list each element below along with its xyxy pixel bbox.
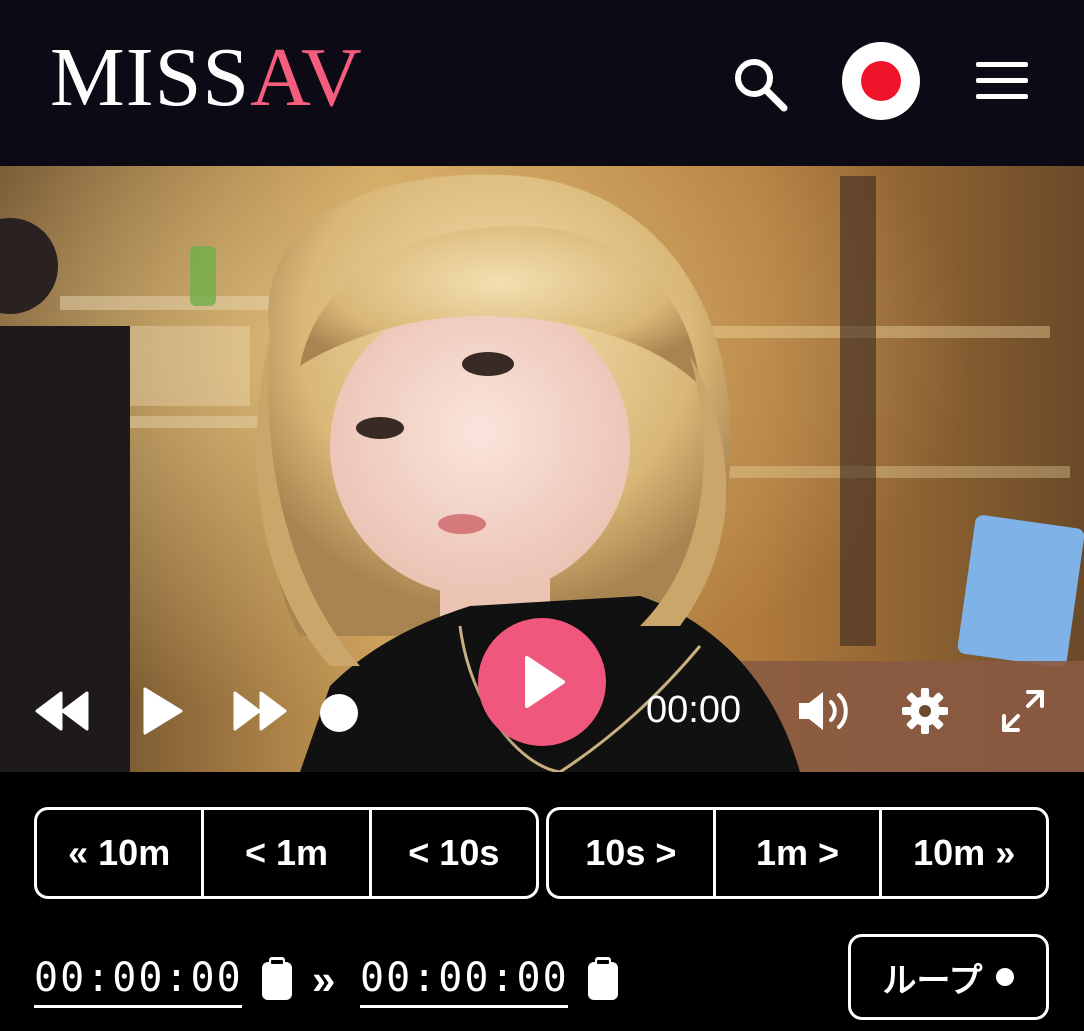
loop-label: ループ xyxy=(882,961,983,1000)
loop-toggle-button[interactable]: ループ xyxy=(848,934,1049,1020)
rewind-icon xyxy=(35,691,89,731)
rewind-button[interactable] xyxy=(32,686,92,736)
set-loop-end-button[interactable] xyxy=(586,956,620,1002)
live-record-button[interactable] xyxy=(842,42,920,120)
seek-forward-10s-button[interactable]: 10s > xyxy=(549,810,716,896)
logo-text-miss: MISS xyxy=(50,31,251,124)
site-logo[interactable]: MISSAV xyxy=(50,28,363,128)
fast-forward-icon xyxy=(233,691,287,731)
loop-status-dot xyxy=(996,968,1015,986)
settings-icon xyxy=(902,688,948,734)
menu-button[interactable] xyxy=(974,56,1030,106)
big-play-button[interactable] xyxy=(478,618,606,746)
play-icon xyxy=(143,687,183,735)
fullscreen-button[interactable] xyxy=(996,684,1050,738)
play-icon xyxy=(525,656,565,708)
clipboard-icon xyxy=(588,957,618,1000)
seek-forward-group: 10s > 1m > 10m » xyxy=(546,807,1049,899)
fullscreen-icon xyxy=(1002,690,1044,732)
volume-button[interactable] xyxy=(794,686,854,736)
live-record-icon xyxy=(861,61,901,101)
play-button[interactable] xyxy=(134,684,190,738)
seek-back-10s-button[interactable]: < 10s xyxy=(372,810,536,896)
volume-icon xyxy=(799,692,848,730)
hamburger-menu-icon xyxy=(976,62,1028,99)
logo-text-av: AV xyxy=(250,31,363,124)
loop-start-input[interactable]: 00:00:00 xyxy=(34,952,242,1008)
search-icon xyxy=(735,59,788,112)
site-header: MISSAV xyxy=(0,0,1084,166)
fast-forward-button[interactable] xyxy=(230,686,290,736)
settings-button[interactable] xyxy=(898,684,952,738)
seek-forward-10m-button[interactable]: 10m » xyxy=(882,810,1046,896)
video-player[interactable]: 00:00 xyxy=(0,166,1084,772)
seek-back-1m-button[interactable]: < 1m xyxy=(204,810,372,896)
progress-dot xyxy=(320,694,358,732)
loop-end-input[interactable]: 00:00:00 xyxy=(360,952,568,1008)
progress-scrubber[interactable] xyxy=(318,692,360,734)
seek-back-group: « 10m < 1m < 10s xyxy=(34,807,539,899)
loop-range-separator: » xyxy=(312,956,336,1003)
set-loop-start-button[interactable] xyxy=(260,956,294,1002)
clipboard-icon xyxy=(262,957,292,1000)
current-time: 00:00 xyxy=(646,689,742,731)
seek-back-10m-button[interactable]: « 10m xyxy=(37,810,205,896)
seek-forward-1m-button[interactable]: 1m > xyxy=(716,810,883,896)
search-button[interactable] xyxy=(728,52,792,116)
